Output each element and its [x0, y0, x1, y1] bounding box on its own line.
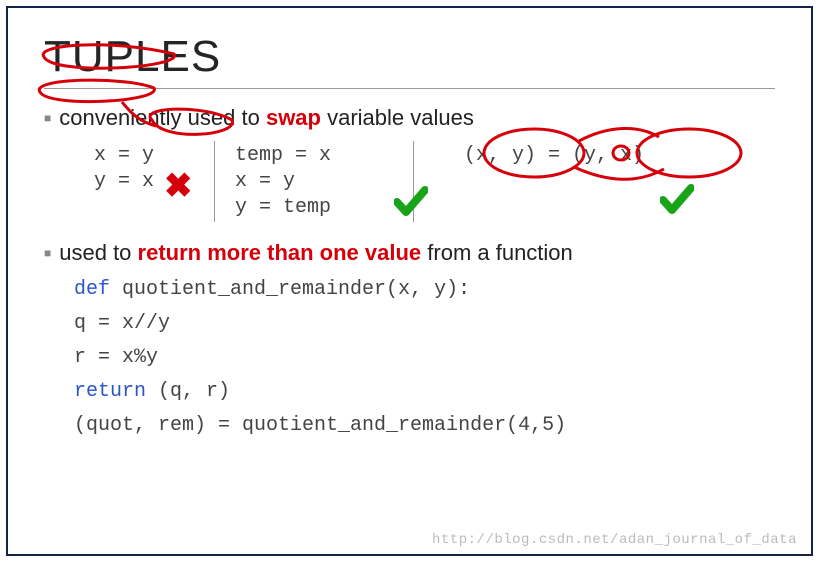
code-line-return: return (q, r)	[74, 378, 775, 406]
bullet-2-post: from a function	[421, 240, 573, 265]
bullet-2: ■ used to return more than one value fro…	[44, 240, 775, 266]
bullet-1-pre: conveniently used to	[59, 105, 266, 130]
title-underline	[44, 88, 775, 89]
return-rest: (q, r)	[146, 380, 230, 403]
slide-title: TUPLES	[44, 32, 775, 82]
swap-columns: x = y y = x ✖ temp = x x = y y = temp (x…	[74, 141, 775, 222]
check-icon	[394, 183, 428, 228]
bullet-mark-icon: ■	[44, 246, 51, 260]
def-rest: quotient_and_remainder(x, y):	[110, 278, 470, 301]
keyword-return: return	[74, 380, 146, 403]
code-line: x = y	[235, 170, 393, 193]
check-icon	[660, 181, 694, 226]
code-line: x = y	[94, 144, 194, 167]
code-line: q = x//y	[74, 310, 775, 338]
bullet-2-pre: used to	[59, 240, 137, 265]
keyword-def: def	[74, 278, 110, 301]
swap-col-temp: temp = x x = y y = temp	[214, 141, 414, 222]
code-line: r = x%y	[74, 344, 775, 372]
code-line: y = temp	[235, 196, 393, 219]
code-line: (quot, rem) = quotient_and_remainder(4,5…	[74, 412, 775, 440]
bullet-1: ■ conveniently used to swap variable val…	[44, 105, 775, 131]
code-line: (x, y) = (y, x)	[464, 144, 694, 167]
slide: TUPLES ■ conveniently used to swap varia…	[6, 6, 813, 556]
bullet-2-text: used to return more than one value from …	[59, 240, 573, 266]
bullet-mark-icon: ■	[44, 111, 51, 125]
code-line-def: def quotient_and_remainder(x, y):	[74, 276, 775, 304]
cross-icon: ✖	[164, 166, 193, 206]
function-code-block: def quotient_and_remainder(x, y): q = x/…	[74, 276, 775, 440]
swap-col-tuple: (x, y) = (y, x)	[414, 141, 714, 170]
bullet-2-em: return more than one value	[138, 240, 422, 265]
bullet-1-em: swap	[266, 105, 321, 130]
watermark: http://blog.csdn.net/adan_journal_of_dat…	[432, 532, 797, 548]
code-line: temp = x	[235, 144, 393, 167]
swap-col-wrong: x = y y = x ✖	[74, 141, 214, 196]
bullet-1-post: variable values	[321, 105, 474, 130]
bullet-1-text: conveniently used to swap variable value…	[59, 105, 474, 131]
